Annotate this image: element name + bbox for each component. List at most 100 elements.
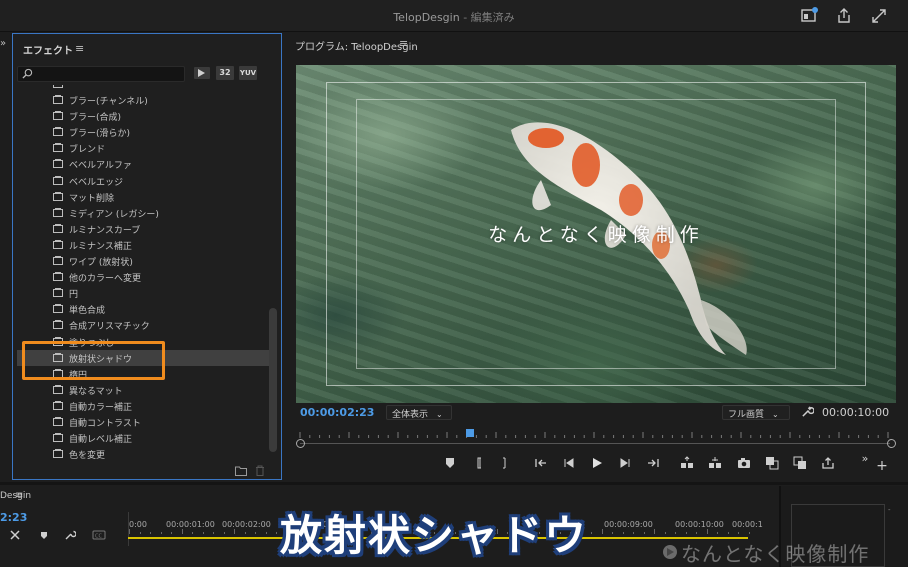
export-button[interactable]: [820, 456, 836, 472]
extract-button[interactable]: [707, 456, 723, 472]
nest-toggle-icon[interactable]: [9, 529, 21, 541]
effects-search-box[interactable]: [17, 66, 185, 82]
effect-list-item[interactable]: 円: [17, 285, 269, 301]
timeline-tick-mark: [150, 532, 151, 534]
effect-list-item[interactable]: 合成アリスマチック: [17, 317, 269, 333]
program-monitor-menu-icon[interactable]: ≡: [399, 37, 408, 50]
wrench-settings-icon[interactable]: [801, 405, 814, 418]
effect-list-item[interactable]: 他のカラーへ変更: [17, 269, 269, 285]
go-to-in-button[interactable]: [533, 456, 549, 472]
share-icon[interactable]: [834, 6, 854, 26]
lift-button[interactable]: [679, 456, 695, 472]
mark-out-button[interactable]: [497, 456, 513, 472]
32bit-filter-label: 32: [219, 68, 231, 77]
video-telop-text[interactable]: なんとなく映像制作: [296, 220, 896, 247]
effect-preset-icon: [53, 207, 63, 217]
effects-panel-title[interactable]: エフェクト: [23, 42, 73, 57]
timeline-tick-mark: [171, 532, 172, 534]
export-frame-button[interactable]: [736, 456, 752, 472]
program-playhead[interactable]: [466, 429, 474, 437]
effect-list-item-label: 異なるマット: [69, 386, 123, 397]
effect-list-item[interactable]: ブラー(合成): [17, 108, 269, 124]
navigator-start-handle[interactable]: [296, 439, 305, 448]
watermark-logo-icon: [663, 545, 677, 559]
program-time-ruler[interactable]: [296, 428, 896, 440]
go-to-in-icon: [535, 459, 546, 467]
effect-list-item[interactable]: ベベルエッジ: [17, 173, 269, 189]
list-item-partial[interactable]: [17, 85, 269, 92]
effect-list-item[interactable]: 異なるマット: [17, 382, 269, 398]
proxy-toggle-button[interactable]: [792, 456, 808, 472]
effect-list-item[interactable]: ベベルアルファ: [17, 156, 269, 172]
captions-icon[interactable]: CC: [92, 529, 106, 541]
step-forward-button[interactable]: [617, 456, 633, 472]
effect-list-item-label: ベベルエッジ: [69, 177, 124, 188]
timeline-timecode[interactable]: 2:23: [0, 511, 27, 524]
effect-preset-icon: [53, 417, 63, 426]
effect-preset-icon: [53, 111, 63, 121]
step-back-button[interactable]: [561, 456, 577, 472]
timeline-tick-label: 00:00:01:00: [166, 520, 215, 529]
effects-list-scrollbar[interactable]: [269, 308, 277, 452]
effect-list-item[interactable]: ルミナンス補正: [17, 237, 269, 253]
playback-resolution-dropdown[interactable]: フル画質 ⌄: [722, 405, 790, 420]
effects-panel-header: エフェクト ≡: [13, 34, 281, 62]
comparison-view-button[interactable]: [764, 456, 780, 472]
effect-list-item[interactable]: 単色合成: [17, 301, 269, 317]
effect-list-item[interactable]: ミディアン (レガシー): [17, 205, 269, 221]
effects-search-input[interactable]: [36, 68, 181, 80]
timeline-tick-mark: [192, 532, 193, 534]
more-controls-chevron-icon[interactable]: »: [857, 452, 873, 468]
effect-list-item[interactable]: 自動カラー補正: [17, 398, 269, 414]
fullscreen-icon[interactable]: [869, 6, 889, 26]
selection-highlight-box: [22, 341, 165, 380]
effect-list-item[interactable]: ルミナンスカーブ: [17, 221, 269, 237]
effect-list-item-label: ブラー(合成): [69, 113, 122, 124]
effect-list-item[interactable]: 色を変更: [17, 446, 269, 462]
32bit-filter-button[interactable]: 32: [216, 66, 234, 80]
tutorial-caption-overlay: 放射状シャドウ: [280, 511, 589, 560]
play-button[interactable]: [589, 456, 605, 472]
new-bin-folder-icon[interactable]: [235, 465, 247, 476]
yuv-filter-button[interactable]: YUV: [239, 66, 257, 80]
timeline-tick-label: 00:00:10:00: [675, 520, 724, 529]
accelerated-effects-filter-icon[interactable]: [193, 66, 211, 80]
timeline-menu-icon[interactable]: ≡: [15, 490, 23, 501]
timeline-tick-mark: [255, 532, 256, 534]
trash-icon[interactable]: [254, 465, 266, 476]
program-video-frame[interactable]: なんとなく映像制作: [296, 65, 896, 403]
effect-list-item[interactable]: マット削除: [17, 189, 269, 205]
effect-list-item[interactable]: ブラー(チャンネル): [17, 92, 269, 108]
program-navigator-bar[interactable]: [300, 443, 890, 444]
effect-preset-icon: [53, 272, 63, 282]
effect-list-item-label: 合成アリスマチック: [69, 322, 150, 333]
effect-preset-icon: [53, 400, 63, 410]
effect-preset-icon: [53, 288, 63, 298]
effect-list-item[interactable]: 自動レベル補正: [17, 430, 269, 446]
effect-list-item[interactable]: ブレンド: [17, 140, 269, 156]
navigator-end-handle[interactable]: [887, 439, 896, 448]
button-editor-plus-icon[interactable]: +: [874, 458, 890, 474]
program-current-timecode[interactable]: 00:00:02:23: [300, 406, 374, 419]
zoom-level-dropdown[interactable]: 全体表示 ⌄: [386, 405, 452, 420]
effect-list-item[interactable]: 自動コントラスト: [17, 414, 269, 430]
go-to-out-button[interactable]: [645, 456, 661, 472]
effect-list-item[interactable]: ワイプ (放射状): [17, 253, 269, 269]
timeline-tick-mark: [612, 532, 613, 534]
timeline-tick-label: 00:00:1: [732, 520, 763, 529]
meter-tick: -: [888, 506, 891, 514]
timeline-tick-mark: [664, 532, 666, 534]
chevron-double-right-icon[interactable]: »: [0, 38, 10, 49]
timeline-wrench-icon[interactable]: [64, 529, 76, 541]
timeline-tick-mark: [160, 532, 162, 534]
timeline-tick-mark: [181, 529, 183, 534]
panel-divider[interactable]: [0, 482, 908, 485]
effect-list-item[interactable]: ブラー(滑らか): [17, 124, 269, 140]
project-name: TelopDesgin: [393, 11, 460, 24]
effects-panel-menu-icon[interactable]: ≡: [75, 42, 84, 55]
mark-in-button[interactable]: [471, 456, 487, 472]
playback-resolution-value: フル画質: [728, 410, 765, 420]
quick-export-icon[interactable]: [799, 6, 819, 26]
add-marker-button[interactable]: [442, 456, 458, 472]
snap-marker-icon[interactable]: [38, 529, 50, 541]
